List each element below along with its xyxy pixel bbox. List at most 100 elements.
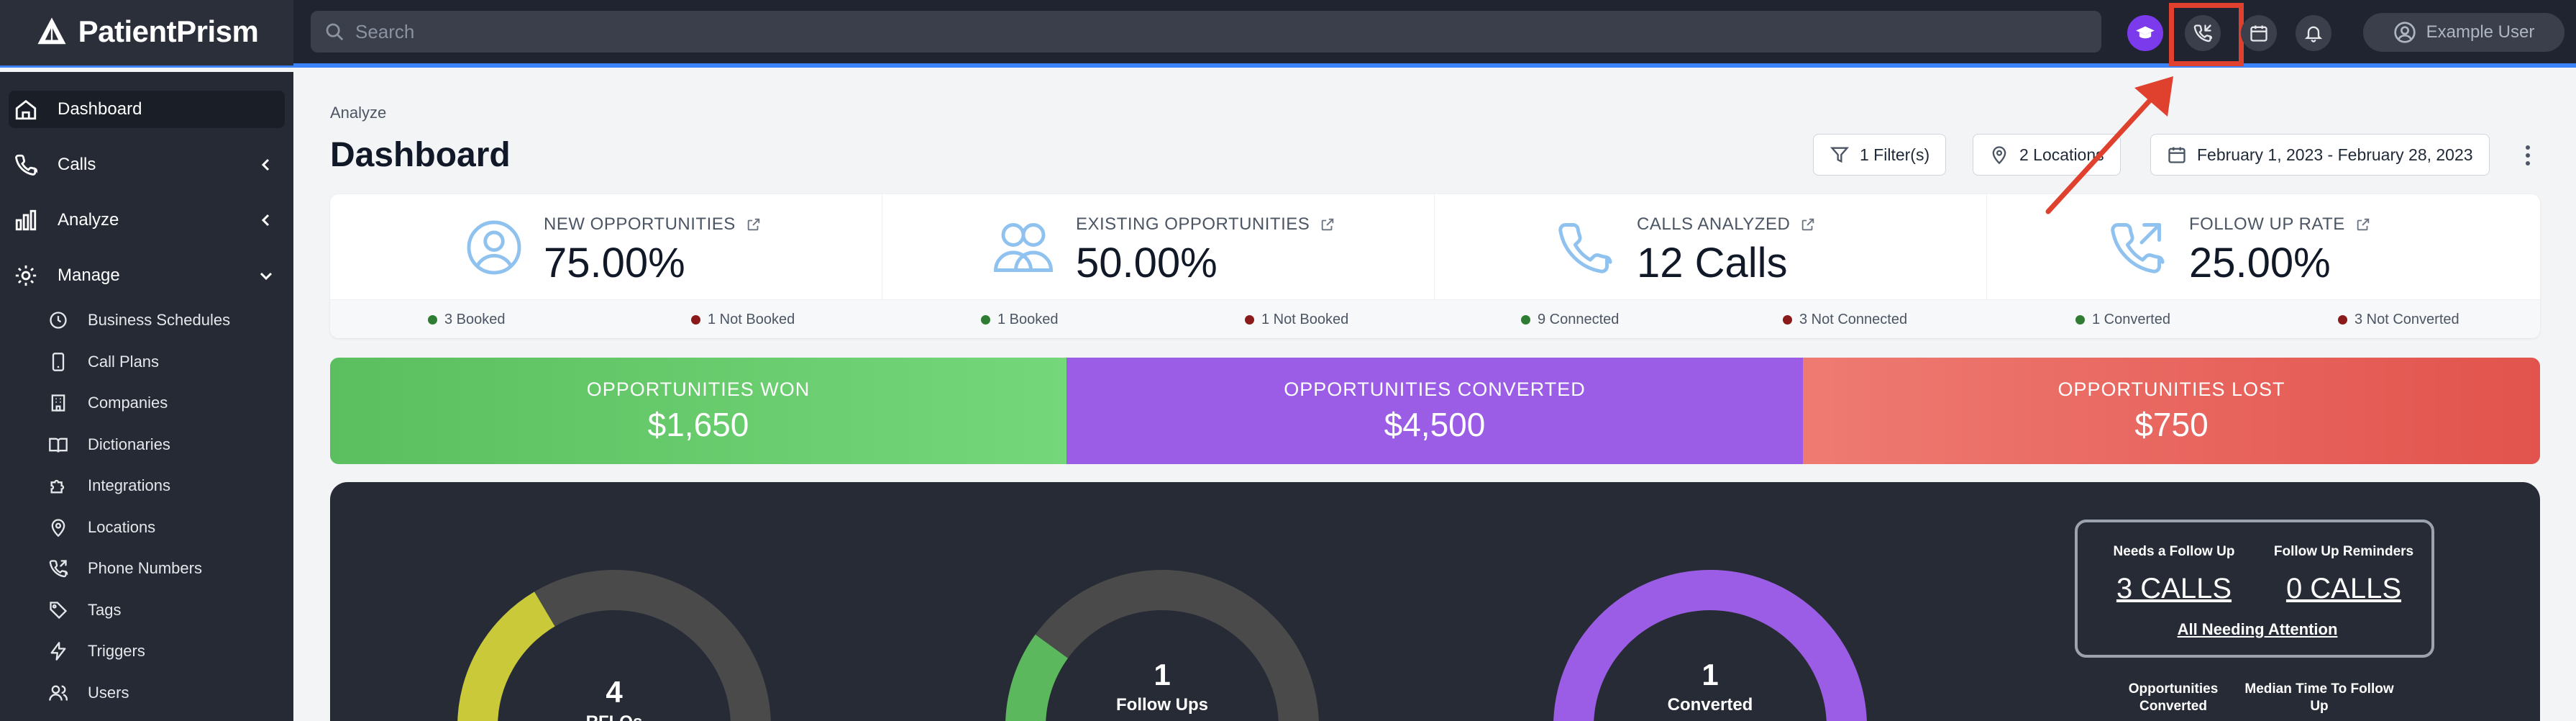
follow-up-reminders-link[interactable]: 0 CALLS — [2257, 573, 2430, 605]
lightning-icon — [50, 642, 66, 661]
sidebar-item-label: Call Plans — [88, 353, 160, 371]
banner-value: $750 — [2134, 405, 2209, 443]
status-dot — [1783, 315, 1792, 325]
sidebar-item-label: Integrations — [88, 476, 170, 494]
chevron-left-icon — [261, 214, 270, 227]
not-converted-count: 3 Not Converted — [2338, 312, 2459, 328]
sidebar-item-tags[interactable]: Tags — [47, 594, 285, 627]
sidebar-item-label: Phone Numbers — [88, 559, 202, 577]
page-title: Dashboard — [330, 136, 511, 174]
status-dot — [428, 315, 437, 325]
highlight-annotation-box — [2169, 3, 2244, 66]
needs-follow-up-link[interactable]: 3 CALLS — [2088, 573, 2260, 605]
status-dot — [691, 315, 700, 325]
breadcrumb[interactable]: Analyze — [330, 104, 386, 122]
calendar-button[interactable] — [2241, 15, 2277, 51]
more-options-icon[interactable] — [2517, 141, 2539, 170]
search-input[interactable] — [355, 20, 2081, 43]
gauge-label: Follow Ups — [1116, 695, 1208, 715]
gauge-label: RFLOs — [449, 712, 780, 721]
follow-up-reminders-label: Follow Up Reminders — [2273, 544, 2414, 559]
sidebar-item-label: Analyze — [58, 210, 119, 230]
map-pin-icon — [51, 519, 65, 538]
building-icon — [51, 394, 65, 412]
date-range-picker[interactable]: February 1, 2023 - February 28, 2023 — [2150, 134, 2490, 176]
sidebar-item-label: Companies — [88, 394, 168, 412]
stat-new-opportunities[interactable]: NEW OPPORTUNITIES 75.00% — [330, 194, 882, 299]
follow-up-reminders: Follow Up Reminders 0 CALLS — [2257, 544, 2430, 605]
sidebar-item-dictionaries[interactable]: Dictionaries — [47, 428, 285, 461]
sidebar-item-label: Locations — [88, 518, 156, 536]
app-logo[interactable]: PatientPrism — [0, 0, 293, 65]
clock-icon — [50, 312, 67, 329]
book-icon — [49, 437, 68, 453]
stat-value: 50.00% — [1076, 240, 1218, 286]
connected-count: 9 Connected — [1521, 312, 1619, 328]
all-needing-attention-link[interactable]: All Needing Attention — [2078, 620, 2437, 639]
not-booked-count: 1 Not Booked — [1245, 312, 1348, 328]
sidebar-item-integrations[interactable]: Integrations — [47, 469, 285, 502]
status-dot — [2075, 315, 2085, 325]
stat-calls-analyzed[interactable]: CALLS ANALYZED 12 Calls — [1435, 194, 1987, 299]
external-link-icon[interactable] — [1320, 217, 1335, 232]
gauge-value: 1 — [1154, 658, 1171, 691]
banner-value: $4,500 — [1384, 405, 1486, 443]
users-group-icon — [994, 223, 1053, 272]
phone-icon — [15, 154, 38, 176]
search-bar[interactable] — [311, 11, 2101, 53]
stat-existing-opportunities[interactable]: EXISTING OPPORTUNITIES 50.00% — [882, 194, 1435, 299]
filters-label: 1 Filter(s) — [1860, 145, 1930, 164]
sidebar-item-triggers[interactable]: Triggers — [47, 635, 285, 668]
stats-card: NEW OPPORTUNITIES 75.00% EXISTING OPPORT… — [330, 194, 2540, 338]
date-range-label: February 1, 2023 - February 28, 2023 — [2197, 145, 2473, 164]
phone-device-icon — [52, 353, 65, 371]
sidebar-item-users[interactable]: Users — [47, 676, 285, 709]
opportunities-won-banner[interactable]: OPPORTUNITIES WON $1,650 — [330, 358, 1067, 464]
sidebar-item-phone-numbers[interactable]: Phone Numbers — [47, 552, 285, 585]
app-name: PatientPrism — [78, 14, 259, 48]
sidebar-item-dashboard[interactable]: Dashboard — [9, 91, 285, 128]
prism-logo-icon — [37, 17, 66, 45]
user-menu[interactable]: Example User — [2363, 13, 2564, 52]
sidebar-item-locations[interactable]: Locations — [47, 511, 285, 544]
sidebar-item-companies[interactable]: Companies — [47, 386, 285, 420]
academy-button[interactable] — [2127, 15, 2163, 51]
puzzle-icon — [50, 479, 65, 494]
sidebar-item-business-schedules[interactable]: Business Schedules — [47, 304, 285, 337]
stat-label: CALLS ANALYZED — [1637, 214, 1791, 234]
opportunities-converted-label: Opportunities Converted — [2128, 681, 2219, 714]
gauge-label: Converted — [1667, 695, 1753, 715]
sidebar-item-analyze[interactable]: Analyze — [9, 201, 285, 239]
opportunities-lost-banner[interactable]: OPPORTUNITIES LOST $750 — [1803, 358, 2540, 464]
sidebar-item-label: Tags — [88, 601, 122, 619]
status-dot — [1245, 315, 1254, 325]
user-circle-icon — [2393, 22, 2416, 43]
sidebar-item-label: Triggers — [88, 642, 145, 660]
booked-count: 3 Booked — [428, 312, 506, 328]
sidebar-item-call-plans[interactable]: Call Plans — [47, 345, 285, 378]
not-connected-count: 3 Not Connected — [1783, 312, 1907, 328]
sidebar-item-label: Manage — [58, 266, 120, 285]
stat-label: FOLLOW UP RATE — [2189, 214, 2345, 234]
opportunities-converted-banner[interactable]: OPPORTUNITIES CONVERTED $4,500 — [1067, 358, 1803, 464]
external-link-icon[interactable] — [2355, 217, 2371, 232]
external-link-icon[interactable] — [1800, 217, 1816, 232]
phone-arrow-icon — [49, 560, 68, 578]
home-icon — [15, 99, 37, 120]
follow-up-panel: 4 RFLOs 1 Follow Ups 1 Converted Needs a… — [330, 482, 2540, 721]
not-booked-count: 1 Not Booked — [691, 312, 795, 328]
stat-value: 75.00% — [544, 240, 685, 286]
graduation-cap-icon — [2136, 26, 2155, 39]
tag-icon — [50, 602, 68, 620]
sidebar-item-manage[interactable]: Manage — [9, 257, 285, 294]
filters-button[interactable]: 1 Filter(s) — [1813, 134, 1947, 176]
banner-label: OPPORTUNITIES CONVERTED — [1284, 378, 1586, 400]
attention-box: Needs a Follow Up 3 CALLS Follow Up Remi… — [2075, 520, 2434, 658]
sidebar-item-calls[interactable]: Calls — [9, 146, 285, 183]
external-link-icon[interactable] — [746, 217, 762, 232]
stat-label: EXISTING OPPORTUNITIES — [1076, 214, 1310, 234]
banner-label: OPPORTUNITIES WON — [586, 378, 810, 400]
notifications-button[interactable] — [2296, 15, 2331, 51]
chevron-down-icon — [260, 272, 273, 281]
map-pin-icon — [1992, 146, 2006, 165]
